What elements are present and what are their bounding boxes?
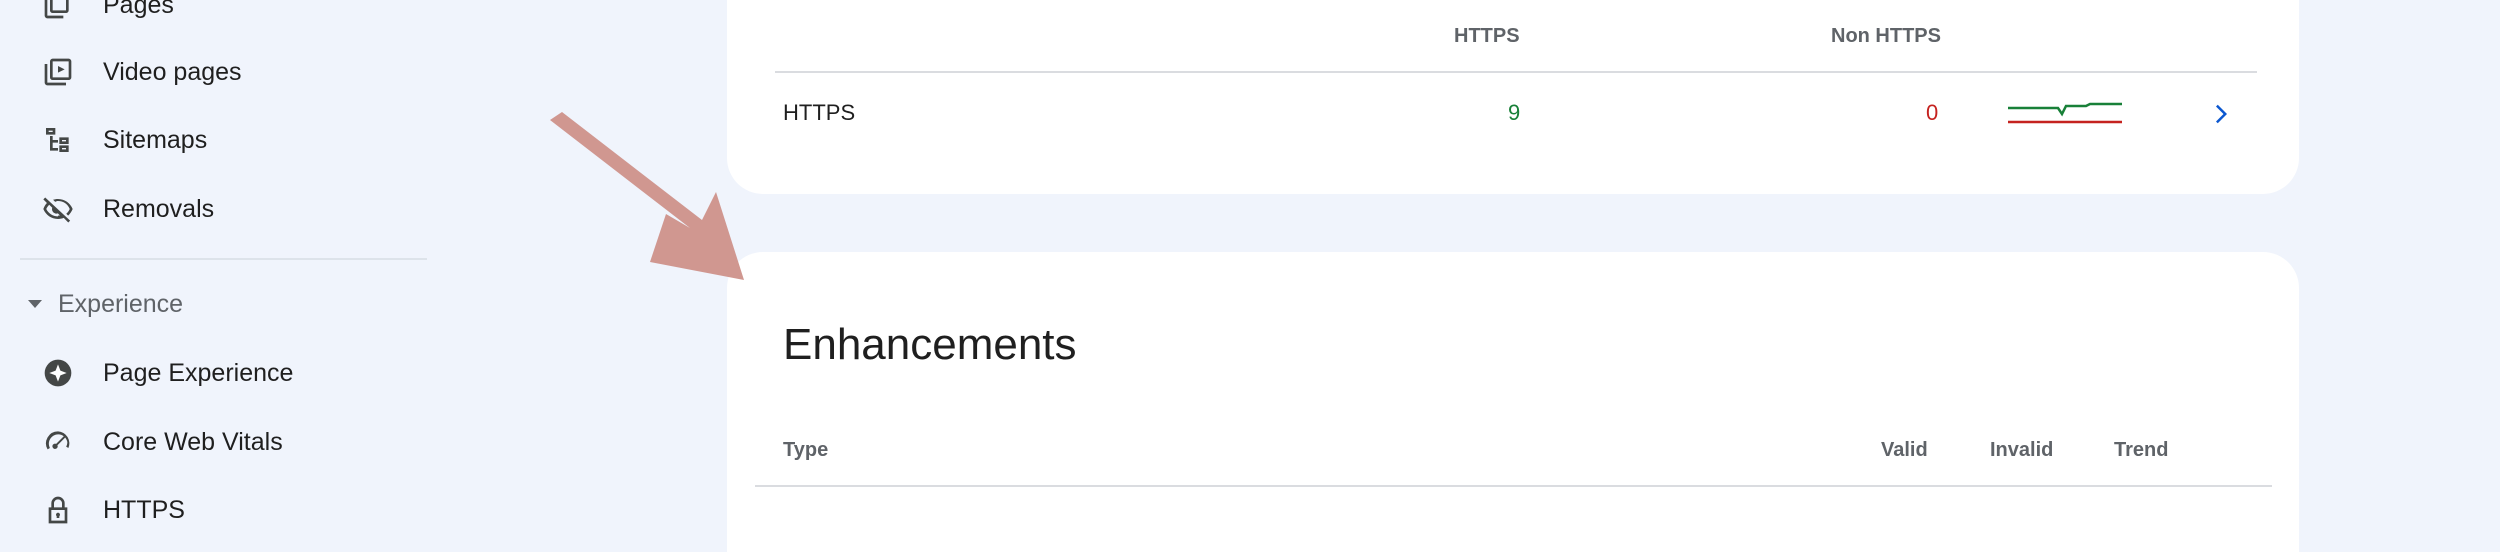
sidebar-item-label: Pages [103,0,174,19]
sidebar-item-removals[interactable]: Removals [0,179,427,239]
enhancements-header-divider [755,485,2272,487]
caret-down-icon [28,300,42,308]
row-label: HTTPS [783,100,856,125]
non-https-count: 0 [1926,100,1939,125]
sidebar-item-label: Core Web Vitals [103,427,283,456]
lock-icon [40,492,76,528]
sidebar: Pages Video pages Sitemaps Removals Expe… [0,0,440,524]
sitemap-icon [40,122,76,158]
column-header-https: HTTPS [1454,25,1520,47]
video-pages-icon [40,54,76,90]
enhancements-card [727,252,2299,552]
https-count: 9 [1508,100,1521,125]
sidebar-item-label: Sitemaps [103,125,208,154]
column-header-non-https: Non HTTPS [1831,25,1941,47]
sidebar-item-page-experience[interactable]: Page Experience [0,343,427,403]
eye-off-icon [40,191,76,227]
sidebar-item-label: Removals [103,194,215,223]
chevron-right-icon[interactable] [2207,96,2237,132]
sidebar-item-video-pages[interactable]: Video pages [0,42,427,102]
enhancements-title: Enhancements [783,320,1077,369]
sidebar-section-experience[interactable]: Experience [28,284,183,324]
column-header-valid: Valid [1881,439,1928,461]
table-header-divider [775,71,2257,73]
pages-icon [40,0,76,23]
sidebar-item-label: Video pages [103,57,242,86]
sidebar-item-https[interactable]: HTTPS [0,480,427,540]
sidebar-item-core-web-vitals[interactable]: Core Web Vitals [0,412,427,472]
sidebar-section-label: Experience [58,289,184,318]
sidebar-item-pages[interactable]: Pages [0,0,427,35]
sidebar-item-label: HTTPS [103,495,185,524]
column-header-invalid: Invalid [1990,439,2054,461]
sidebar-divider [20,258,427,260]
table-row[interactable]: HTTPS 9 0 [775,84,2257,144]
annotation-arrow [550,112,744,280]
sidebar-item-sitemaps[interactable]: Sitemaps [0,110,427,170]
column-header-trend: Trend [2114,439,2169,461]
gauge-icon [40,424,76,460]
column-header-type: Type [783,439,829,461]
trend-sparkline [2008,102,2122,124]
page-experience-icon [40,355,76,391]
sidebar-item-label: Page Experience [103,358,294,387]
